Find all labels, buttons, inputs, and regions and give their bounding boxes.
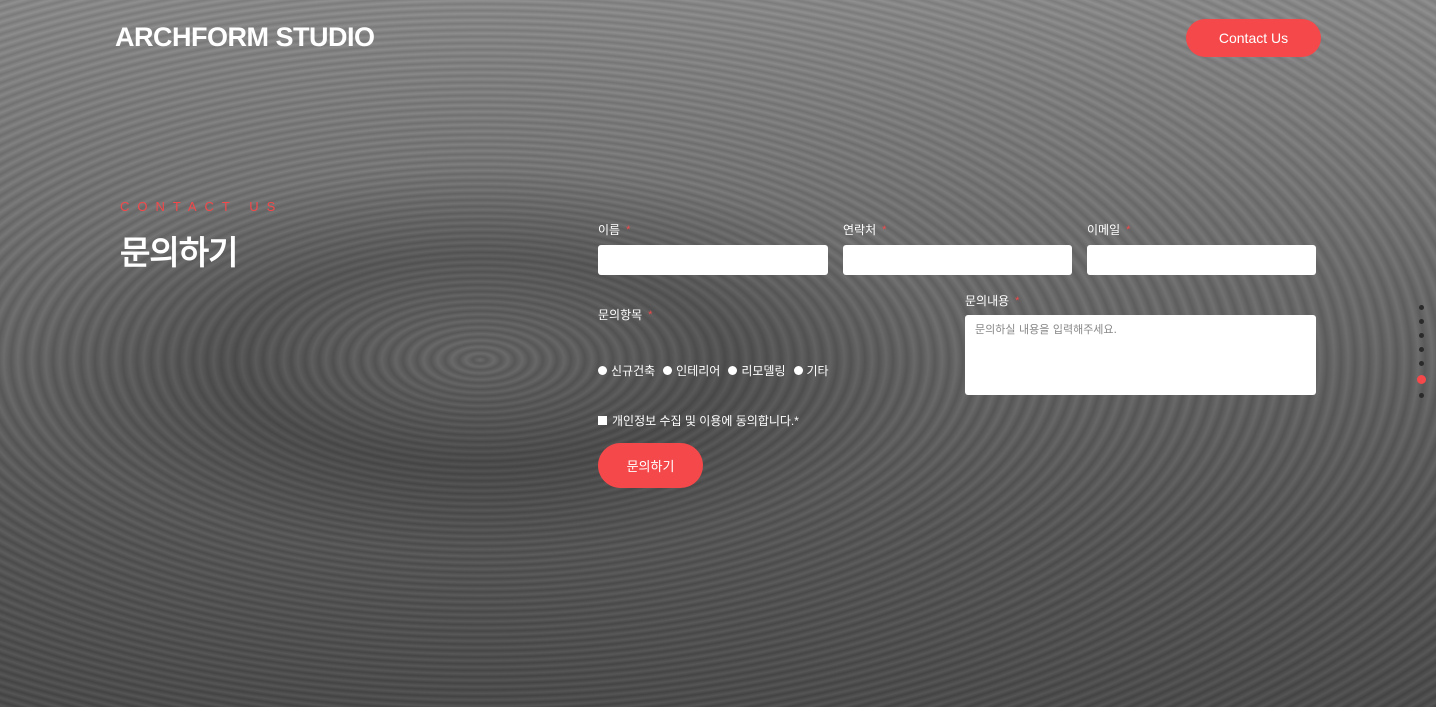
checkbox-icon[interactable] (598, 416, 607, 425)
radio-icon[interactable] (793, 366, 803, 375)
radio-icon[interactable] (728, 366, 738, 375)
category-option-remodeling[interactable]: 리모델링 (728, 362, 786, 379)
submit-inquiry-button[interactable]: 문의하기 (598, 443, 703, 488)
category-option-interior[interactable]: 인테리어 (663, 362, 720, 379)
required-mark: * (626, 223, 631, 236)
category-option-label: 기타 (806, 364, 829, 378)
email-label: 이메일 * (1087, 221, 1130, 238)
category-option-other[interactable]: 기타 (793, 362, 829, 379)
category-option-label: 리모델링 (741, 364, 786, 378)
section-eyebrow: CONTACT US (120, 199, 284, 214)
category-radio-group: 신규건축 인테리어 리모델링 기타 (598, 362, 829, 379)
name-input[interactable] (598, 245, 828, 275)
pager-dot[interactable] (1418, 347, 1424, 352)
email-label-text: 이메일 (1087, 223, 1121, 237)
site-logo[interactable]: ARCHFORM STUDIO (115, 22, 375, 53)
phone-input[interactable] (843, 245, 1072, 275)
required-mark: * (648, 308, 653, 321)
pager-dot[interactable] (1416, 375, 1426, 384)
pager-dot[interactable] (1418, 361, 1424, 366)
required-mark: * (882, 223, 887, 236)
phone-label: 연락처 * (843, 221, 886, 238)
category-option-label: 인테리어 (676, 364, 721, 378)
category-option-new-build[interactable]: 신규건축 (598, 362, 655, 379)
pager-dot[interactable] (1418, 305, 1424, 310)
category-option-label: 신규건축 (611, 364, 656, 378)
pager-dot[interactable] (1418, 333, 1424, 338)
radio-icon[interactable] (598, 366, 607, 375)
privacy-agree-checkbox[interactable]: 개인정보 수집 및 이용에 동의합니다.* (598, 412, 799, 429)
message-textarea[interactable] (965, 315, 1316, 395)
contact-us-button[interactable]: Contact Us (1186, 19, 1321, 57)
pager-dot[interactable] (1418, 319, 1424, 324)
message-label-text: 문의내용 (965, 294, 1010, 308)
section-pager (1414, 305, 1428, 398)
page-title: 문의하기 (120, 234, 238, 271)
required-mark: * (1015, 294, 1020, 307)
email-input[interactable] (1087, 245, 1316, 275)
radio-icon[interactable] (663, 366, 673, 375)
category-label: 문의항목 * (598, 306, 652, 323)
privacy-agree-text: 개인정보 수집 및 이용에 동의합니다.* (612, 414, 799, 428)
required-mark: * (1126, 223, 1131, 236)
category-label-text: 문의항목 (598, 308, 643, 322)
message-label: 문의내용 * (965, 292, 1019, 309)
name-label: 이름 * (598, 221, 630, 238)
name-label-text: 이름 (598, 223, 621, 237)
phone-label-text: 연락처 (843, 223, 877, 237)
site-header: ARCHFORM STUDIO Contact Us (0, 0, 1436, 75)
pager-dot[interactable] (1418, 393, 1424, 398)
